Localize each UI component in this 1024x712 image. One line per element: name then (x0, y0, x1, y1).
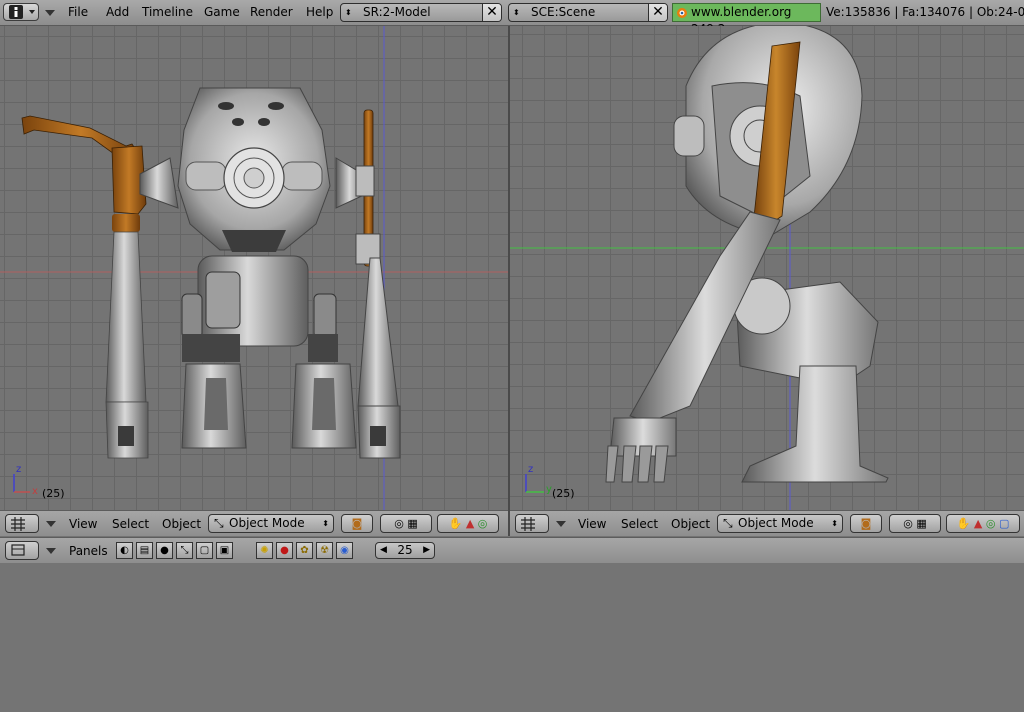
object-mode-icon: ⤡ (723, 516, 733, 530)
delete-scene-icon[interactable]: ✕ (648, 4, 667, 21)
menu-game[interactable]: Game (204, 5, 240, 19)
menu-add[interactable]: Add (106, 5, 129, 19)
collapse-menus-triangle-icon[interactable] (45, 546, 57, 556)
menu-select[interactable]: Select (621, 517, 658, 531)
right-leg (357, 257, 399, 407)
updown-arrows-icon: ⬍ (322, 519, 329, 528)
z-axis-label: z (16, 464, 22, 475)
pivot-icon: ◎ ▦ (394, 517, 418, 530)
frame-number-value: 25 (397, 543, 413, 557)
left-leg (105, 231, 147, 403)
view3d-grid-icon (11, 517, 25, 531)
menu-timeline[interactable]: Timeline (142, 5, 193, 19)
logic-context-icon[interactable]: ◐ (116, 542, 133, 559)
manipulator-icons: ✋ ▲ ◎ (448, 517, 488, 530)
manipulator-buttons[interactable]: ✋ ▲ ◎ (437, 514, 499, 533)
shading-context-icon[interactable]: ● (156, 542, 173, 559)
menu-help[interactable]: Help (306, 5, 333, 19)
object-context-icon[interactable]: ⤡ (176, 542, 193, 559)
solid-shading-icon: ◙ (351, 517, 363, 530)
radiosity-icon[interactable]: ☢ (316, 542, 333, 559)
front-view-scene (0, 26, 508, 510)
3d-viewport-front[interactable]: z x (25) (0, 26, 508, 510)
blender-logo-icon (677, 8, 687, 18)
buttons-window-icon (11, 544, 25, 556)
texture-icon[interactable]: ✿ (296, 542, 313, 559)
x-axis-label: x (32, 486, 38, 497)
frame-number-field[interactable]: ◀ 25 ▶ (375, 542, 435, 559)
solid-shading-icon: ◙ (860, 517, 872, 530)
scene-name: SCE:Scene (531, 5, 596, 19)
z-axis-label: z (528, 464, 534, 475)
menu-view[interactable]: View (69, 517, 97, 531)
view-header-right: View Select Object ⤡ Object Mode ⬍ ◙ ◎ ▦… (510, 510, 1024, 536)
3d-viewport-side[interactable]: z y (25) (510, 26, 1024, 510)
world-icon[interactable]: ◉ (336, 542, 353, 559)
info-header: File Add Timeline Game Render Help ⬍ SR:… (0, 0, 1024, 36)
collapse-menus-triangle-icon[interactable] (555, 519, 567, 529)
manipulator-icons: ✋ ▲ ◎ ▢ (956, 517, 1010, 530)
screen-selector[interactable]: ⬍ SR:2-Model ✕ (340, 3, 502, 22)
updown-arrows-icon: ⬍ (831, 519, 838, 528)
pivot-buttons[interactable]: ◎ ▦ (889, 514, 941, 533)
menu-view[interactable]: View (578, 517, 606, 531)
mode-selector[interactable]: ⤡ Object Mode ⬍ (717, 514, 843, 533)
increment-arrow-icon[interactable]: ▶ (423, 543, 430, 558)
axis-gizmo-front (13, 474, 30, 493)
view-header-left: View Select Object ⤡ Object Mode ⬍ ◙ ◎ ▦… (0, 510, 508, 536)
current-frame-label: (25) (42, 487, 65, 500)
delete-screen-icon[interactable]: ✕ (482, 4, 501, 21)
version-banner: www.blender.org 249.2 (672, 3, 821, 36)
decrement-arrow-icon[interactable]: ◀ (380, 543, 387, 558)
mode-selector[interactable]: ⤡ Object Mode ⬍ (208, 514, 334, 533)
menu-object[interactable]: Object (671, 517, 710, 531)
current-frame-label: (25) (552, 487, 575, 500)
draw-type-button[interactable]: ◙ (341, 514, 373, 533)
menu-file[interactable]: File (68, 5, 88, 19)
editing-context-icon[interactable]: ▢ (196, 542, 213, 559)
menu-render[interactable]: Render (250, 5, 293, 19)
scene-context-icon[interactable]: ▣ (216, 542, 233, 559)
manipulator-buttons[interactable]: ✋ ▲ ◎ ▢ (946, 514, 1020, 533)
buttons-window-header: Panels ◐ ▤ ● ⤡ ▢ ▣ ✺ ● ✿ ☢ ◉ ◀ 25 ▶ (0, 537, 1024, 564)
window-type-info-button[interactable] (3, 3, 39, 21)
pivot-icon: ◎ ▦ (903, 517, 927, 530)
lamp-icon[interactable]: ✺ (256, 542, 273, 559)
scene-selector[interactable]: ⬍ SCE:Scene ✕ (508, 3, 668, 22)
buttons-window-area (0, 563, 1024, 712)
draw-type-button[interactable]: ◙ (850, 514, 882, 533)
updown-arrows-icon: ⬍ (345, 8, 352, 17)
axis-gizmo-side (525, 474, 544, 493)
menu-select[interactable]: Select (112, 517, 149, 531)
panels-menu[interactable]: Panels (69, 544, 108, 558)
side-view-scene (510, 26, 1024, 510)
scene-stats: Ve:135836 | Fa:134076 | Ob:24-0 (826, 5, 1024, 19)
collapse-menus-triangle-icon[interactable] (45, 519, 57, 529)
script-context-icon[interactable]: ▤ (136, 542, 153, 559)
screen-name: SR:2-Model (363, 5, 431, 19)
info-icon (9, 5, 35, 19)
window-type-buttons-button[interactable] (5, 541, 39, 560)
object-mode-icon: ⤡ (214, 516, 224, 530)
menu-object[interactable]: Object (162, 517, 201, 531)
collapse-menus-triangle-icon[interactable] (44, 8, 56, 18)
window-type-3dview-button[interactable] (515, 514, 549, 533)
updown-arrows-icon: ⬍ (513, 8, 520, 17)
view3d-grid-icon (521, 517, 535, 531)
pivot-buttons[interactable]: ◎ ▦ (380, 514, 432, 533)
material-icon[interactable]: ● (276, 542, 293, 559)
window-type-3dview-button[interactable] (5, 514, 39, 533)
